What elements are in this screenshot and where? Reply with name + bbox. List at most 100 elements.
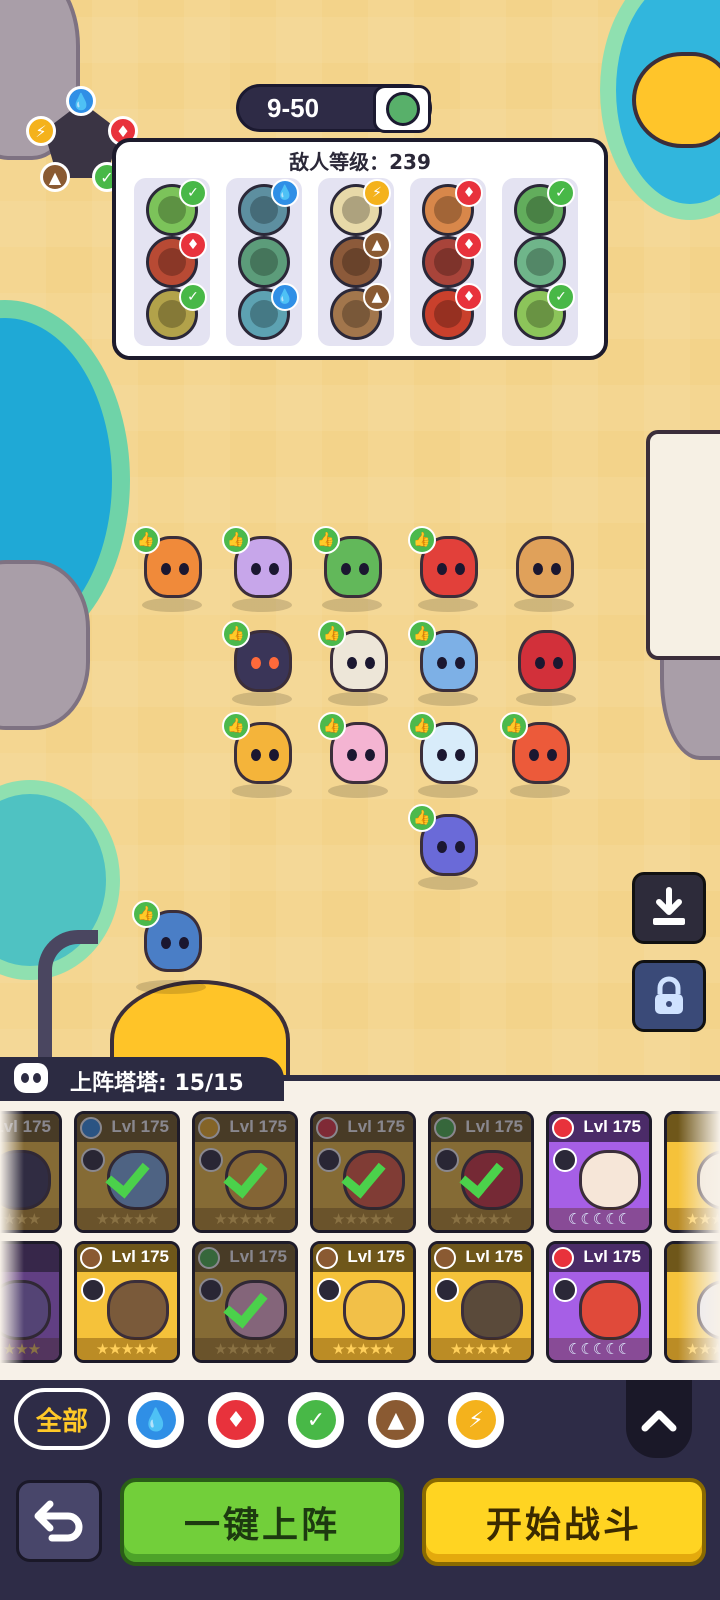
role-icon: [553, 1148, 577, 1172]
thumbs-up-icon: 👍: [222, 620, 250, 648]
tower-unit[interactable]: 👍: [222, 526, 302, 612]
enemy-wave-panel: 敌人等级：239 ✓ ♦ ✓ 💧 💧 ⚡ ▲ ▲ ♦ ♦ ♦ ✓ ✓: [112, 138, 608, 360]
grass-element-icon: ✓: [547, 283, 575, 311]
tower-unit[interactable]: 👍: [408, 804, 488, 890]
tower-unit[interactable]: [504, 526, 584, 612]
water-element-icon: 💧: [271, 179, 299, 207]
card-level-label: Lvl 175: [229, 1247, 287, 1266]
filter-water-button[interactable]: 💧: [128, 1392, 184, 1448]
enemy-avatar[interactable]: 💧: [238, 283, 299, 340]
lock-formation-button[interactable]: [632, 960, 706, 1032]
thumbs-up-icon: 👍: [408, 712, 436, 740]
tower-unit[interactable]: 👍: [408, 620, 488, 706]
earth-element-icon: [316, 1247, 338, 1269]
tower-card[interactable]: Lvl 175 ☾☾☾☾☾: [546, 1241, 652, 1363]
tower-unit[interactable]: 👍: [318, 620, 398, 706]
card-level-label: Lvl 175: [583, 1247, 641, 1266]
roster-header: 上阵塔塔: 15/15: [0, 1057, 284, 1101]
water-element-icon: 💧: [66, 86, 96, 116]
filter-all-button[interactable]: 全部: [14, 1388, 110, 1450]
boss-icon[interactable]: [373, 85, 431, 133]
thumbs-up-icon: 👍: [500, 712, 528, 740]
enemy-avatar[interactable]: 💧: [238, 179, 299, 236]
filter-fire-button[interactable]: ♦: [208, 1392, 264, 1448]
grass-element-icon: ✓: [179, 283, 207, 311]
tower-card-deployed[interactable]: Lvl 175 ★★★★★: [192, 1241, 298, 1363]
enemy-avatar[interactable]: ♦: [146, 231, 207, 288]
roster-fade-right: [678, 1101, 720, 1363]
tower-unit[interactable]: 👍: [222, 620, 302, 706]
enemy-avatar[interactable]: ♦: [422, 231, 483, 288]
earth-element-icon: [434, 1247, 456, 1269]
grass-element-icon: ✓: [296, 1400, 336, 1440]
role-icon: [553, 1278, 577, 1302]
fire-element-icon: ♦: [455, 283, 483, 311]
enemy-avatar[interactable]: ✓: [514, 179, 575, 236]
save-formation-button[interactable]: [632, 872, 706, 944]
checkmark-icon: [109, 1156, 149, 1186]
enemy-avatar[interactable]: ✓: [514, 283, 575, 340]
enemy-avatar[interactable]: ▲: [330, 283, 391, 340]
back-arrow-icon: [34, 1500, 83, 1542]
tower-card-deployed[interactable]: Lvl 175 ★★★★★: [428, 1111, 534, 1233]
tower-unit[interactable]: 👍: [318, 712, 398, 798]
element-filter-bar: 全部 💧 ♦ ✓ ▲ ⚡: [0, 1380, 720, 1458]
tower-unit[interactable]: 👍: [222, 712, 302, 798]
enemy-avatar[interactable]: ✓: [146, 283, 207, 340]
enemy-avatar[interactable]: ♦: [422, 283, 483, 340]
tower-unit-selected[interactable]: 👍: [132, 900, 212, 994]
water-element-icon: 💧: [271, 283, 299, 311]
filter-lightning-button[interactable]: ⚡: [448, 1392, 504, 1448]
card-level-label: Lvl 175: [347, 1117, 405, 1136]
lightning-element-icon: ⚡: [456, 1400, 496, 1440]
card-level-label: Lvl 175: [583, 1117, 641, 1136]
thumbs-up-icon: 👍: [222, 526, 250, 554]
grass-element-icon: [434, 1117, 456, 1139]
thumbs-up-icon: 👍: [408, 804, 436, 832]
checkmark-icon: [227, 1156, 267, 1186]
tower-card[interactable]: Lvl 175 ★★★★★: [310, 1241, 416, 1363]
enemy-avatar[interactable]: ✓: [146, 179, 207, 236]
enemy-column: ✓ ♦ ✓: [134, 178, 210, 346]
tower-unit[interactable]: 👍: [132, 526, 212, 612]
tower-card-deployed[interactable]: Lvl 175 ★★★★★: [192, 1111, 298, 1233]
tower-card-deployed[interactable]: Lvl 175 ★★★★★: [74, 1111, 180, 1233]
tower-unit[interactable]: [506, 620, 586, 706]
back-button[interactable]: [16, 1480, 102, 1562]
tower-unit[interactable]: 👍: [500, 712, 580, 798]
collapse-panel-button[interactable]: [626, 1380, 692, 1458]
grass-element-icon: ✓: [179, 179, 207, 207]
stage-label: 9-50: [267, 93, 320, 123]
enemy-avatar[interactable]: ♦: [422, 179, 483, 236]
thumbs-up-icon: 👍: [318, 620, 346, 648]
roster-card-list[interactable]: Lvl 175 ★★★★★ Lvl 175 ★★★★★ Lvl 175 ★★★★…: [0, 1101, 720, 1381]
tower-card[interactable]: Lvl 175 ★★★★★: [74, 1241, 180, 1363]
tower-card[interactable]: Lvl 175 ☾☾☾☾☾: [546, 1111, 652, 1233]
filter-earth-button[interactable]: ▲: [368, 1392, 424, 1448]
thumbs-up-icon: 👍: [222, 712, 250, 740]
enemy-avatar[interactable]: [514, 236, 566, 288]
earth-element-icon: ▲: [376, 1400, 416, 1440]
thumbs-up-icon: 👍: [312, 526, 340, 554]
role-icon: [317, 1278, 341, 1302]
checkmark-icon: [227, 1286, 267, 1316]
role-icon: [199, 1278, 223, 1302]
role-icon: [317, 1148, 341, 1172]
tower-unit[interactable]: 👍: [408, 712, 488, 798]
rock-left: [0, 560, 90, 730]
tower-card-deployed[interactable]: Lvl 175 ★★★★★: [310, 1111, 416, 1233]
card-level-label: Lvl 175: [229, 1117, 287, 1136]
enemy-avatar[interactable]: [238, 236, 290, 288]
thumbs-up-icon: 👍: [408, 526, 436, 554]
tower-unit[interactable]: 👍: [408, 526, 488, 612]
tower-unit[interactable]: 👍: [312, 526, 392, 612]
filter-grass-button[interactable]: ✓: [288, 1392, 344, 1448]
tower-card[interactable]: Lvl 175 ★★★★★: [428, 1241, 534, 1363]
stage-indicator: 9-50: [236, 84, 432, 133]
enemy-column: ♦ ♦ ♦: [410, 178, 486, 346]
auto-deploy-button[interactable]: 一键上阵: [120, 1478, 404, 1566]
enemy-avatar[interactable]: ▲: [330, 231, 391, 288]
enemy-avatar[interactable]: ⚡: [330, 179, 391, 236]
fire-element-icon: ♦: [455, 179, 483, 207]
start-battle-button[interactable]: 开始战斗: [422, 1478, 706, 1566]
